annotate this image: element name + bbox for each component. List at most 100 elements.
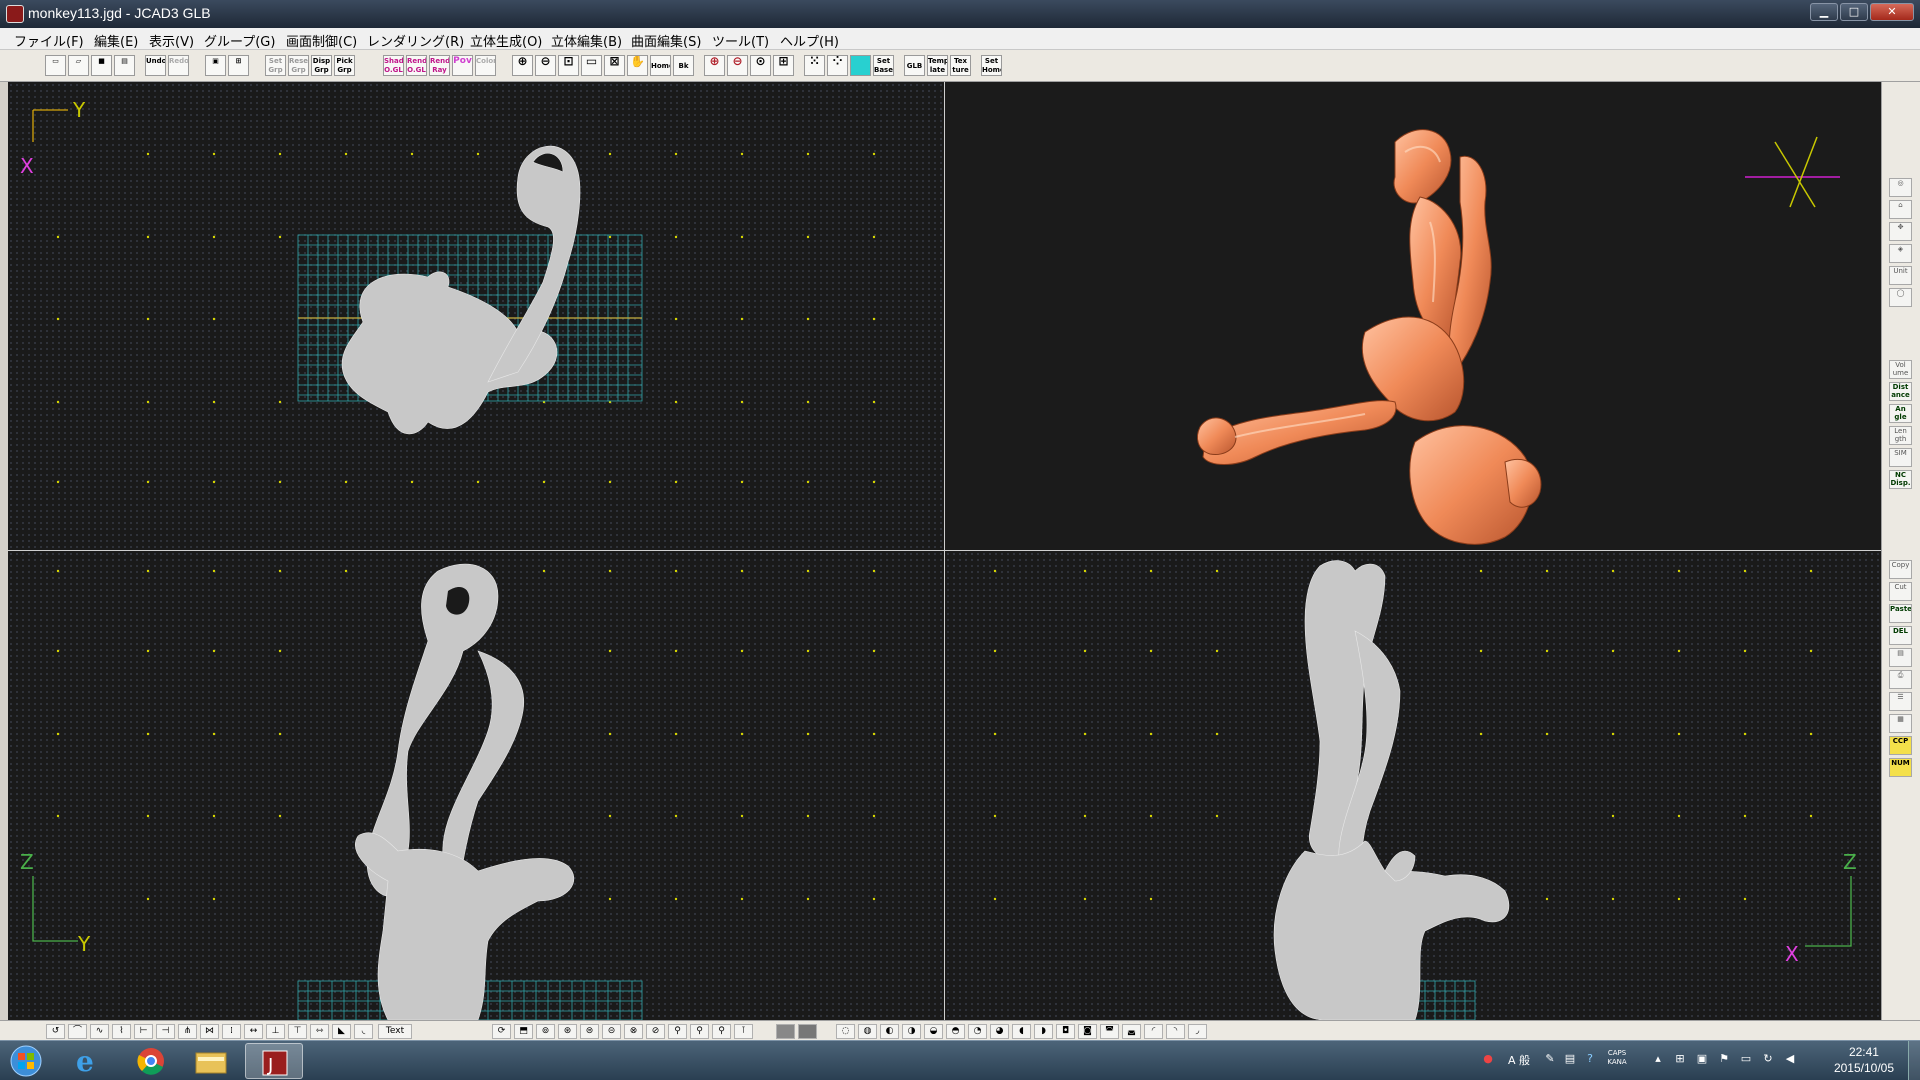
redo-button[interactable]: Redo	[168, 55, 189, 76]
section-icon[interactable]: ⊘	[646, 1024, 665, 1039]
del-button[interactable]: DEL	[1889, 626, 1912, 645]
revolve-icon[interactable]: ⊚	[536, 1024, 555, 1039]
surface2-icon[interactable]: ◍	[858, 1024, 877, 1039]
zoom-fit2-icon[interactable]: ⊞	[773, 55, 794, 76]
print-setup-icon[interactable]: ⎙	[1889, 670, 1912, 689]
pov-button[interactable]: Pov	[452, 55, 473, 76]
surface16-icon[interactable]: ◝	[1166, 1024, 1185, 1039]
grid-icon[interactable]: ⁙	[804, 55, 825, 76]
minimize-button[interactable]: ▁	[1810, 3, 1838, 21]
fillet-icon[interactable]: ◟	[354, 1024, 373, 1039]
zoom-in-icon[interactable]: ⊕	[512, 55, 533, 76]
menu-surface-edit[interactable]: 曲面編集(S)	[631, 31, 701, 50]
pin3-icon[interactable]: ⚲	[712, 1024, 731, 1039]
pick-grp-button[interactable]: Pick Grp	[334, 55, 355, 76]
surface12-icon[interactable]: ◙	[1078, 1024, 1097, 1039]
extrude-icon[interactable]: ⬒	[514, 1024, 533, 1039]
zoom-all-icon[interactable]: ⊙	[750, 55, 771, 76]
layer-icon[interactable]: ◈	[1889, 244, 1912, 263]
surface6-icon[interactable]: ◓	[946, 1024, 965, 1039]
print-icon[interactable]: ▤	[114, 55, 135, 76]
nc-disp-button[interactable]: NC Disp.	[1889, 470, 1912, 489]
sweep-icon[interactable]: ⊛	[558, 1024, 577, 1039]
zoom-window-icon[interactable]: ▭	[581, 55, 602, 76]
snap-icon[interactable]: ⌂	[1889, 200, 1912, 219]
list-icon[interactable]: ▤	[1889, 648, 1912, 667]
open-icon[interactable]: ▱	[68, 55, 89, 76]
tree-icon[interactable]: ☰	[1889, 692, 1912, 711]
color-button[interactable]: Color	[475, 55, 496, 76]
menu-help[interactable]: ヘルプ(H)	[780, 31, 839, 50]
mirror-icon[interactable]: ⋈	[200, 1024, 219, 1039]
volume-button[interactable]: Vol ume	[1889, 360, 1912, 379]
angle-button[interactable]: An gle	[1889, 404, 1912, 423]
clock[interactable]: 22:41 2015/10/05	[1834, 1044, 1894, 1076]
template-button[interactable]: Temp late	[927, 55, 948, 76]
menu-solid-create[interactable]: 立体生成(O)	[470, 31, 542, 50]
dimension-icon[interactable]: ⇿	[310, 1024, 329, 1039]
chamfer-icon[interactable]: ◣	[332, 1024, 351, 1039]
menu-screen-control[interactable]: 画面制御(C)	[286, 31, 357, 50]
pan-icon[interactable]: ✋	[627, 55, 648, 76]
rend-ogl-button[interactable]: Rend O.GL	[406, 55, 427, 76]
solid-shade-icon[interactable]	[776, 1024, 795, 1039]
bk-button[interactable]: Bk	[673, 55, 694, 76]
shad-ogl-button[interactable]: Shad O.GL	[383, 55, 404, 76]
zoom-obj-icon[interactable]: ⊕	[704, 55, 725, 76]
menu-group[interactable]: グループ(G)	[204, 31, 275, 50]
viewport-perspective[interactable]	[945, 82, 1881, 550]
menu-solid-edit[interactable]: 立体編集(B)	[551, 31, 622, 50]
sim-button[interactable]: SIM	[1889, 448, 1912, 467]
pin-icon[interactable]: ⚲	[668, 1024, 687, 1039]
zoom-out-icon[interactable]: ⊖	[535, 55, 556, 76]
viewport-side[interactable]: Z X	[945, 551, 1881, 1020]
copy-button[interactable]: Copy	[1889, 560, 1912, 579]
pivot-icon[interactable]: ◎	[1889, 178, 1912, 197]
solid-shade2-icon[interactable]	[798, 1024, 817, 1039]
ime-indicator[interactable]: A 般	[1502, 1052, 1536, 1068]
surface17-icon[interactable]: ◞	[1188, 1024, 1207, 1039]
spline-icon[interactable]: ⌇	[112, 1024, 131, 1039]
offset-icon[interactable]: ⋔	[178, 1024, 197, 1039]
boolean-icon[interactable]: ⊗	[624, 1024, 643, 1039]
zoom-fit-icon[interactable]: ⊡	[558, 55, 579, 76]
glb-button[interactable]: GLB	[904, 55, 925, 76]
cut-button[interactable]: Cut	[1889, 582, 1912, 601]
help-icon[interactable]: ?	[1582, 1052, 1598, 1068]
security-icon[interactable]: ●	[1480, 1052, 1496, 1068]
menu-file[interactable]: ファイル(F)	[14, 31, 84, 50]
rend-ray-button[interactable]: Rend Ray	[429, 55, 450, 76]
close-button[interactable]: ✕	[1870, 3, 1914, 21]
sync-icon[interactable]: ↻	[1760, 1052, 1776, 1068]
zoom-sel-icon[interactable]: ⊖	[727, 55, 748, 76]
disp-grp-button[interactable]: Disp Grp	[311, 55, 332, 76]
battery-icon[interactable]: ▭	[1738, 1052, 1754, 1068]
ie-icon[interactable]: e	[62, 1043, 120, 1079]
save-icon[interactable]: ■	[91, 55, 112, 76]
windows-icon[interactable]: ⊞	[1672, 1052, 1688, 1068]
viewport-front[interactable]: Z Y	[8, 551, 944, 1020]
pin2-icon[interactable]: ⚲	[690, 1024, 709, 1039]
grid-fill-icon[interactable]	[850, 55, 871, 76]
join-icon[interactable]: ⊥	[266, 1024, 285, 1039]
volume-icon[interactable]: ◀	[1782, 1052, 1798, 1068]
paste-button[interactable]: Paste	[1889, 604, 1912, 623]
explorer-icon[interactable]	[182, 1043, 240, 1079]
align-icon[interactable]: ⊺	[734, 1024, 753, 1039]
length-button[interactable]: Len gth	[1889, 426, 1912, 445]
app-icon[interactable]	[6, 5, 24, 23]
rotate-icon[interactable]: ⟳	[492, 1024, 511, 1039]
maximize-button[interactable]: □	[1840, 3, 1868, 21]
surface15-icon[interactable]: ◜	[1144, 1024, 1163, 1039]
surface4-icon[interactable]: ◑	[902, 1024, 921, 1039]
array-icon[interactable]: ⁞	[222, 1024, 241, 1039]
home-button[interactable]: Home	[650, 55, 671, 76]
arc-icon[interactable]: ⌒	[68, 1024, 87, 1039]
jcad-icon[interactable]: J	[245, 1043, 303, 1079]
set-home-button[interactable]: Set Home	[981, 55, 1002, 76]
image-icon[interactable]: ▦	[1889, 714, 1912, 733]
menu-rendering[interactable]: レンダリング(R)	[367, 31, 464, 50]
set-base-button[interactable]: Set Base	[873, 55, 894, 76]
menu-tools[interactable]: ツール(T)	[712, 31, 769, 50]
ime-dict-icon[interactable]: ▤	[1562, 1052, 1578, 1068]
